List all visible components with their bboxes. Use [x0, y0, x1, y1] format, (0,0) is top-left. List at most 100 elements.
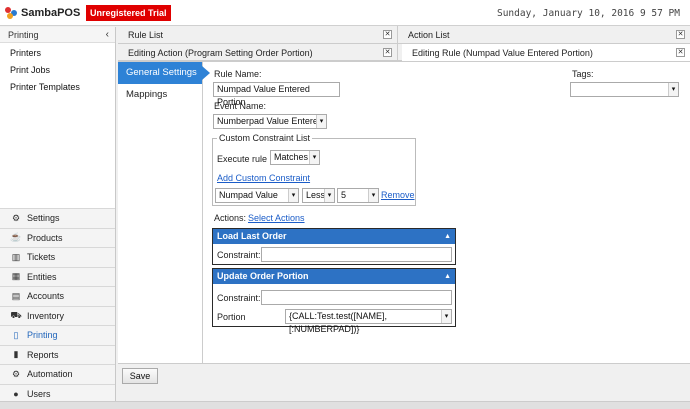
tab-action-list[interactable]: Action List ✕ [398, 26, 690, 44]
sidebar-item-print-jobs[interactable]: Print Jobs [0, 62, 115, 79]
tab-editing-action[interactable]: Editing Action (Program Setting Order Po… [118, 44, 398, 62]
event-name-select[interactable]: Numberpad Value Entered ▾ [213, 114, 327, 129]
event-name-value: Numberpad Value Entered [217, 116, 323, 126]
tab-editing-rule[interactable]: Editing Rule (Numpad Value Entered Porti… [402, 44, 690, 62]
nav-item-reports[interactable]: ▮ Reports [0, 344, 115, 364]
action-header[interactable]: Update Order Portion ▲ [213, 269, 455, 284]
chevron-left-icon[interactable]: ‹ [106, 27, 109, 43]
bar-chart-icon: ▮ [13, 349, 19, 360]
constraint-operator-select[interactable]: Less ▾ [302, 188, 335, 203]
nav-item-label: Accounts [27, 291, 65, 302]
chevron-up-icon[interactable]: ▲ [444, 269, 451, 284]
add-custom-constraint-link[interactable]: Add Custom Constraint [217, 173, 310, 183]
trial-badge: Unregistered Trial [86, 5, 171, 21]
tickets-icon: ▥ [11, 251, 21, 262]
nav-item-label: Users [27, 388, 51, 399]
action-title: Update Order Portion [217, 271, 309, 281]
chevron-down-icon[interactable]: ▾ [441, 310, 451, 323]
rule-name-input[interactable]: Numpad Value Entered Portion [213, 82, 340, 107]
close-icon[interactable]: ✕ [383, 30, 392, 39]
tags-label: Tags: [572, 69, 594, 79]
portion-select[interactable]: {CALL:Test.test([NAME],[:NUMBERPAD])} ▾ [285, 309, 452, 334]
bottom-bar: Save [118, 363, 690, 401]
nav-item-label: Products [27, 232, 63, 243]
portion-value: {CALL:Test.test([NAME],[:NUMBERPAD])} [289, 311, 388, 334]
action-header[interactable]: Load Last Order ▲ [213, 229, 455, 244]
user-icon: ● [13, 388, 19, 399]
nav-item-products[interactable]: ☕ Products [0, 227, 115, 247]
editor-content: General Settings Mappings Rule Name: Num… [118, 61, 690, 364]
nav-item-label: Inventory [27, 310, 65, 321]
constraint-field-value: Numpad Value [219, 190, 278, 200]
nav-item-label: Entities [27, 271, 57, 282]
constraint-operator-value: Less [306, 190, 326, 200]
close-icon[interactable]: ✕ [676, 30, 685, 39]
app-logo: SambaPOS [5, 7, 80, 19]
sambapos-logo-icon [5, 7, 17, 19]
nav-item-settings[interactable]: ⚙ Settings [0, 208, 115, 228]
chevron-down-icon[interactable]: ▾ [368, 189, 378, 202]
top-bar: SambaPOS Unregistered Trial Sunday, Janu… [0, 0, 690, 26]
chevron-down-icon[interactable]: ▾ [309, 151, 319, 164]
gear-icon: ⚙ [11, 212, 21, 223]
sidebar-item-printers[interactable]: Printers [0, 45, 115, 62]
action-title: Load Last Order [217, 231, 287, 241]
constraint-input[interactable] [261, 290, 452, 305]
tab-rule-list[interactable]: Rule List ✕ [118, 26, 398, 44]
tab-label: Action List [408, 30, 450, 40]
execute-rule-label: Execute rule if [217, 154, 275, 164]
subnav-mappings[interactable]: Mappings [118, 84, 202, 106]
sidebar: Printing ‹ Printers Print Jobs Printer T… [0, 27, 116, 403]
chevron-down-icon[interactable]: ▾ [668, 83, 678, 96]
custom-constraint-title: Custom Constraint List [217, 133, 313, 143]
constraint-label: Constraint: [217, 250, 261, 260]
tags-select[interactable]: ▾ [570, 82, 679, 97]
close-icon[interactable]: ✕ [383, 48, 392, 57]
nav-item-automation[interactable]: ⚙ Automation [0, 364, 115, 384]
sidebar-item-printer-templates[interactable]: Printer Templates [0, 79, 115, 96]
tab-label: Editing Action (Program Setting Order Po… [128, 48, 313, 58]
chevron-up-icon[interactable]: ▲ [444, 229, 451, 244]
constraint-value: 5 [341, 190, 347, 200]
sidebar-header[interactable]: Printing ‹ [0, 27, 115, 43]
nav-item-entities[interactable]: ▦ Entities [0, 266, 115, 286]
tab-row-top: Rule List ✕ Action List ✕ [118, 26, 690, 44]
nav-item-accounts[interactable]: ▤ Accounts [0, 286, 115, 306]
close-icon[interactable]: ✕ [676, 48, 685, 57]
chevron-down-icon[interactable]: ▾ [324, 189, 334, 202]
remove-constraint-link[interactable]: Remove [381, 190, 415, 200]
save-button[interactable]: Save [122, 368, 158, 384]
tab-row-second: Editing Action (Program Setting Order Po… [118, 44, 690, 62]
action-load-last-order: Load Last Order ▲ Constraint: [212, 228, 456, 265]
constraint-input[interactable] [261, 247, 452, 262]
settings-subnav: General Settings Mappings [118, 62, 210, 364]
rule-name-label: Rule Name: [214, 69, 262, 79]
constraint-field-select[interactable]: Numpad Value ▾ [215, 188, 299, 203]
execute-rule-value: Matches [274, 152, 309, 162]
nav-item-printing[interactable]: ▯ Printing [0, 325, 115, 345]
event-name-label: Event Name: [214, 101, 267, 111]
app-name: SambaPOS [21, 7, 81, 19]
gears-icon: ⚙ [11, 368, 21, 379]
nav-item-inventory[interactable]: ⛟ Inventory [0, 305, 115, 325]
sidebar-header-label: Printing [8, 30, 39, 40]
constraint-label: Constraint: [217, 293, 261, 303]
status-bar [0, 401, 690, 409]
constraint-value-select[interactable]: 5 ▾ [337, 188, 379, 203]
actions-label: Actions: [214, 213, 247, 223]
datetime-display: Sunday, January 10, 2016 9 57 PM [496, 8, 680, 19]
custom-constraint-group: Custom Constraint List Execute rule if M… [212, 133, 416, 206]
tab-label: Editing Rule (Numpad Value Entered Porti… [412, 48, 593, 58]
truck-icon: ⛟ [10, 309, 22, 320]
select-actions-link[interactable]: Select Actions [248, 213, 305, 223]
nav-item-label: Printing [27, 330, 58, 341]
document-icon: ▯ [13, 329, 19, 340]
nav-item-tickets[interactable]: ▥ Tickets [0, 247, 115, 267]
main-nav: ⚙ Settings ☕ Products ▥ Tickets ▦ Entiti… [0, 208, 115, 403]
chevron-down-icon[interactable]: ▾ [316, 115, 326, 128]
coffee-cup-icon: ☕ [10, 232, 22, 243]
chevron-down-icon[interactable]: ▾ [288, 189, 298, 202]
execute-rule-select[interactable]: Matches ▾ [270, 150, 320, 165]
subnav-general-settings[interactable]: General Settings [118, 62, 210, 84]
tab-label: Rule List [128, 30, 164, 40]
